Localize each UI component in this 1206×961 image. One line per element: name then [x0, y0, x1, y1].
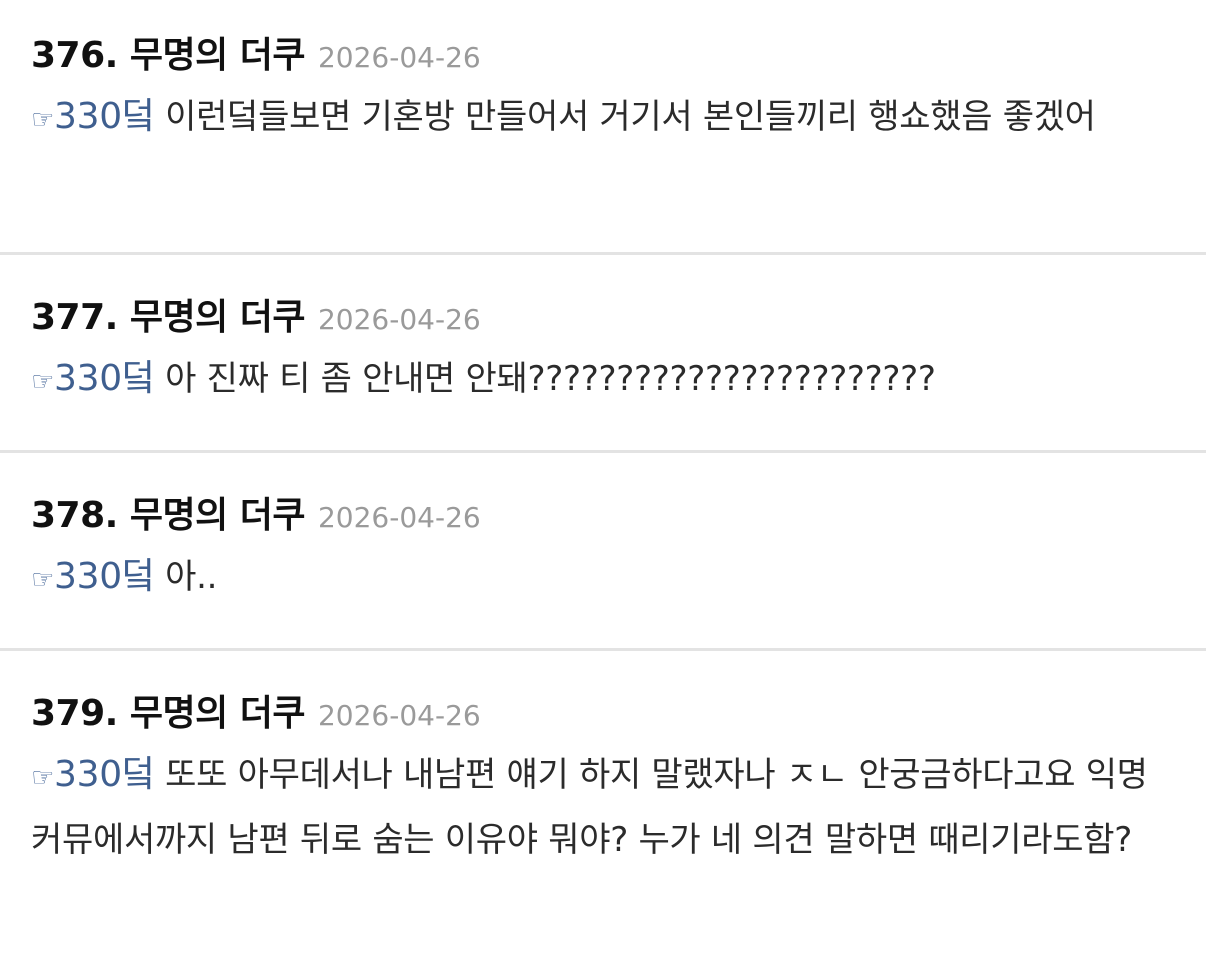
comment-item: 379. 무명의 더쿠 2026-04-26 ☞330덬 또또 아무데서나 내남…: [0, 684, 1206, 871]
comment-item: 376. 무명의 더쿠 2026-04-26 ☞330덬 이런덬들보면 기혼방 …: [0, 26, 1206, 151]
comment-header: 376. 무명의 더쿠 2026-04-26: [31, 26, 1176, 78]
comment-body: ☞330덬 또또 아무데서나 내남편 얘기 하지 말랬자나 ㅈㄴ 안궁금하다고요…: [31, 744, 1176, 871]
comment-body: ☞330덬 이런덬들보면 기혼방 만들어서 거기서 본인들끼리 행쇼했음 좋겠어: [31, 86, 1176, 151]
comment-author: 무명의 더쿠: [129, 35, 306, 76]
pointing-hand-icon: ☞: [31, 763, 55, 793]
pointing-hand-icon: ☞: [31, 105, 55, 135]
comment-number[interactable]: 379.: [31, 693, 118, 734]
pointing-hand-icon: ☞: [31, 367, 55, 397]
comment-number[interactable]: 376.: [31, 35, 118, 76]
pointing-hand-icon: ☞: [31, 565, 55, 595]
reply-link[interactable]: ☞330덬: [31, 556, 155, 597]
comment-text: 아..: [165, 557, 218, 597]
comment-header: 377. 무명의 더쿠 2026-04-26: [31, 288, 1176, 340]
reply-ref: 330덬: [54, 96, 155, 137]
comment-body: ☞330덬 아 진짜 티 좀 안내면 안돼???????????????????…: [31, 348, 1176, 413]
comment-body: ☞330덬 아..: [31, 546, 1176, 611]
reply-ref: 330덬: [54, 754, 155, 795]
reply-link[interactable]: ☞330덬: [31, 754, 155, 795]
comment-author: 무명의 더쿠: [129, 495, 306, 536]
reply-link[interactable]: ☞330덬: [31, 96, 155, 137]
comment-number[interactable]: 377.: [31, 297, 118, 338]
comment-number[interactable]: 378.: [31, 495, 118, 536]
comment-date: 2026-04-26: [317, 41, 481, 74]
divider: [0, 252, 1206, 255]
comment-author: 무명의 더쿠: [129, 297, 306, 338]
comment-date: 2026-04-26: [317, 303, 481, 336]
reply-link[interactable]: ☞330덬: [31, 358, 155, 399]
comment-item: 378. 무명의 더쿠 2026-04-26 ☞330덬 아..: [0, 486, 1206, 611]
comment-text: 또또 아무데서나 내남편 얘기 하지 말랬자나 ㅈㄴ 안궁금하다고요 익명 커뮤…: [31, 755, 1148, 860]
reply-ref: 330덬: [54, 358, 155, 399]
comment-text: 이런덬들보면 기혼방 만들어서 거기서 본인들끼리 행쇼했음 좋겠어: [165, 97, 1096, 137]
comment-text: 아 진짜 티 좀 안내면 안돼???????????????????????: [165, 359, 936, 399]
divider: [0, 450, 1206, 453]
comment-date: 2026-04-26: [317, 501, 481, 534]
comment-header: 379. 무명의 더쿠 2026-04-26: [31, 684, 1176, 736]
comment-date: 2026-04-26: [317, 699, 481, 732]
comment-author: 무명의 더쿠: [129, 693, 306, 734]
reply-ref: 330덬: [54, 556, 155, 597]
comment-header: 378. 무명의 더쿠 2026-04-26: [31, 486, 1176, 538]
divider: [0, 648, 1206, 651]
comment-item: 377. 무명의 더쿠 2026-04-26 ☞330덬 아 진짜 티 좀 안내…: [0, 288, 1206, 413]
